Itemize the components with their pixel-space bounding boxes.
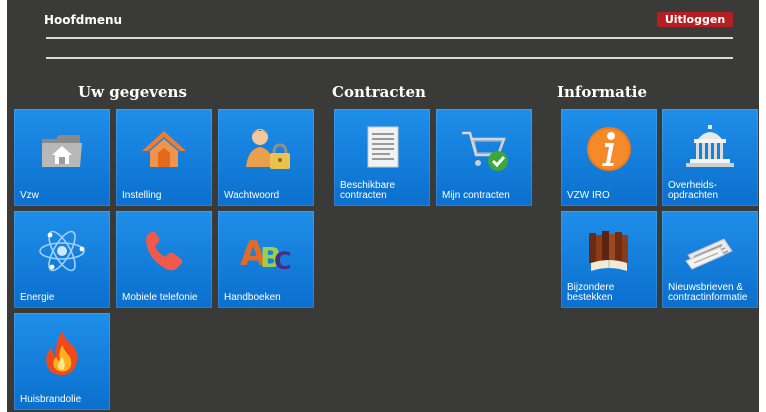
tile-handboeken[interactable]: A B C Handboeken — [218, 211, 314, 308]
newspaper-icon — [685, 238, 733, 270]
tile-label: Huisbrandolie — [20, 394, 82, 405]
logout-button[interactable]: Uitloggen — [657, 12, 733, 27]
section-title-contracten: Contracten — [332, 83, 426, 101]
tile-energie[interactable]: Energie — [14, 211, 110, 308]
section-title-uw-gegevens: Uw gegevens — [78, 83, 187, 101]
section-title-informatie: Informatie — [557, 83, 648, 101]
tile-label: Nieuwsbrieven & contractinformatie — [668, 282, 748, 303]
svg-text:C: C — [274, 247, 292, 275]
tile-vzw[interactable]: Vzw — [14, 109, 110, 206]
tile-label: Wachtwoord — [224, 190, 280, 201]
abc-icon: A B C — [240, 234, 292, 275]
tile-huisbrandolie[interactable]: Huisbrandolie — [14, 313, 110, 410]
tile-vzw-iro[interactable]: VZW IRO — [561, 109, 657, 206]
tile-label: Mijn contracten — [442, 190, 510, 201]
tile-label: Beschikbare contracten — [340, 180, 396, 201]
tile-label: Vzw — [20, 190, 39, 201]
tile-mijn-contracten[interactable]: Mijn contracten — [436, 109, 532, 206]
page-title: Hoofdmenu — [44, 13, 123, 27]
house-icon — [142, 131, 186, 167]
divider-bottom — [46, 57, 733, 59]
right-border — [759, 0, 766, 412]
atom-icon — [39, 230, 85, 272]
tile-bijzondere-bestekken[interactable]: Bijzondere bestekken — [561, 211, 657, 308]
shopping-cart-check-icon — [462, 131, 508, 171]
phone-icon — [146, 231, 183, 271]
left-border — [0, 0, 7, 412]
tile-mobiele-telefonie[interactable]: Mobiele telefonie — [116, 211, 212, 308]
tile-label: Handboeken — [224, 292, 281, 303]
tile-label: Instelling — [122, 190, 162, 201]
user-lock-icon — [246, 129, 290, 169]
tile-beschikbare-contracten[interactable]: Beschikbare contracten — [334, 109, 430, 206]
fire-icon — [46, 331, 78, 375]
tile-overheidsopdrachten[interactable]: Overheids-opdrachten — [662, 109, 758, 206]
divider-top — [46, 37, 733, 39]
tile-label: Mobiele telefonie — [122, 292, 198, 303]
tile-label: VZW IRO — [567, 190, 610, 201]
tile-wachtwoord[interactable]: Wachtwoord — [218, 109, 314, 206]
government-building-icon — [686, 125, 734, 167]
home-folder-icon — [42, 135, 82, 167]
tile-nieuwsbrieven[interactable]: Nieuwsbrieven & contractinformatie — [662, 211, 758, 308]
tile-instelling[interactable]: Instelling — [116, 109, 212, 206]
tile-label: Overheids-opdrachten — [668, 180, 719, 201]
tile-label: Energie — [20, 292, 55, 303]
books-icon — [589, 231, 628, 271]
info-icon — [587, 127, 631, 171]
tile-label: Bijzondere bestekken — [567, 282, 615, 303]
document-icon — [367, 126, 399, 168]
